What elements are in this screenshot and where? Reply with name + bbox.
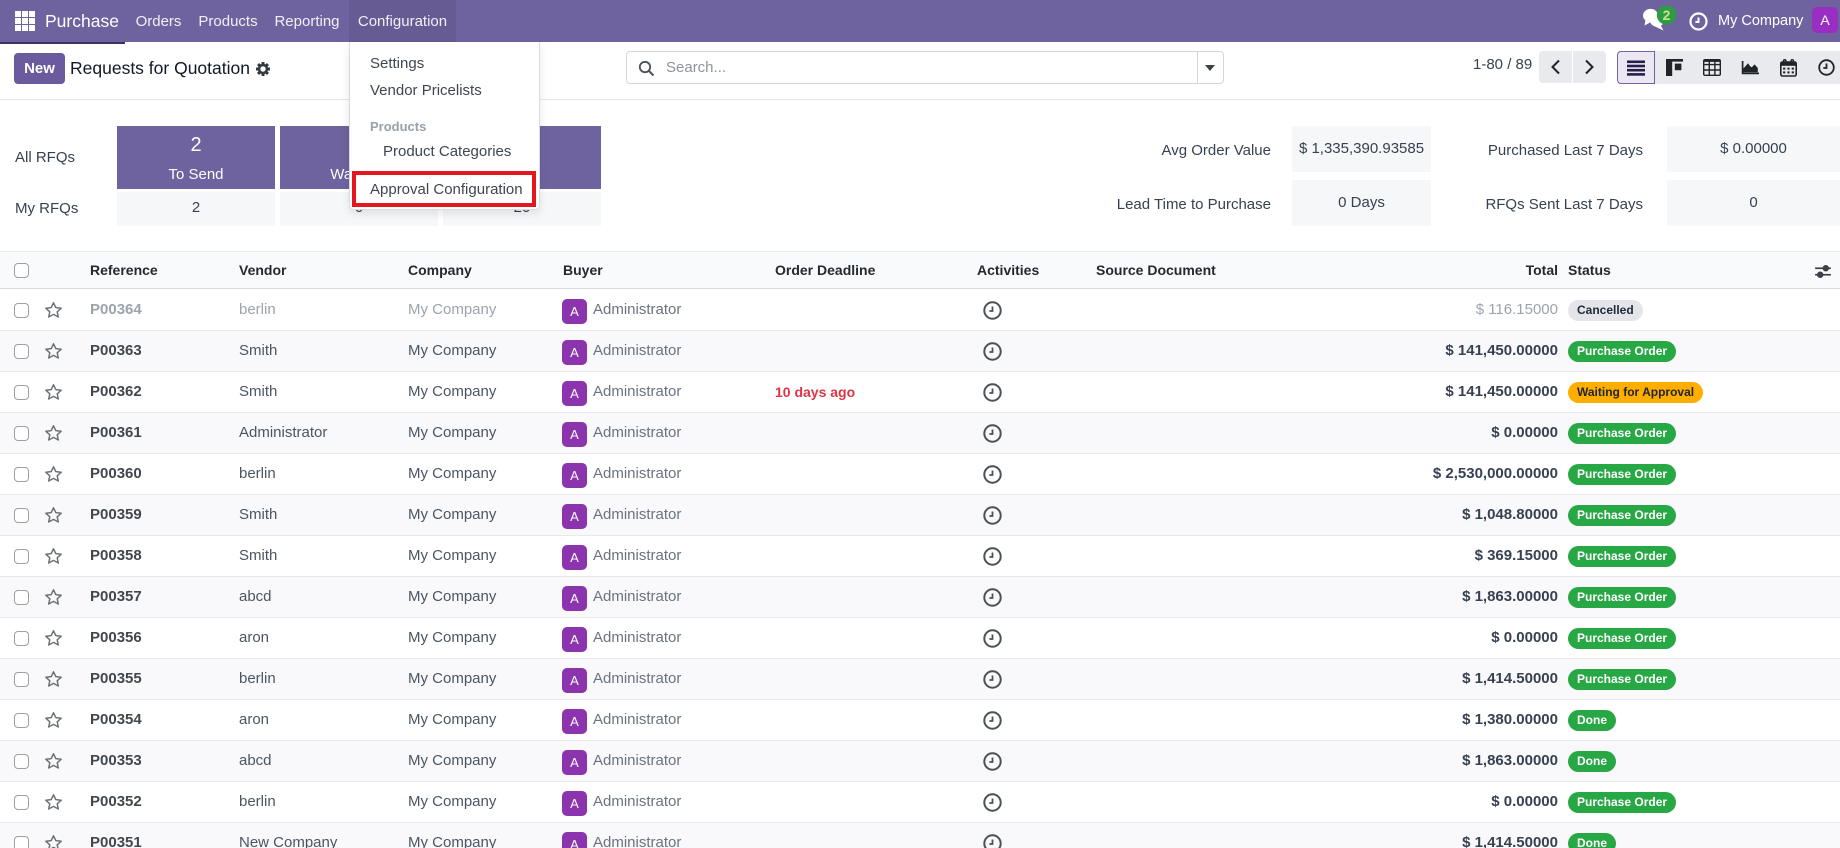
svg-text:2: 2 [1663, 7, 1671, 23]
